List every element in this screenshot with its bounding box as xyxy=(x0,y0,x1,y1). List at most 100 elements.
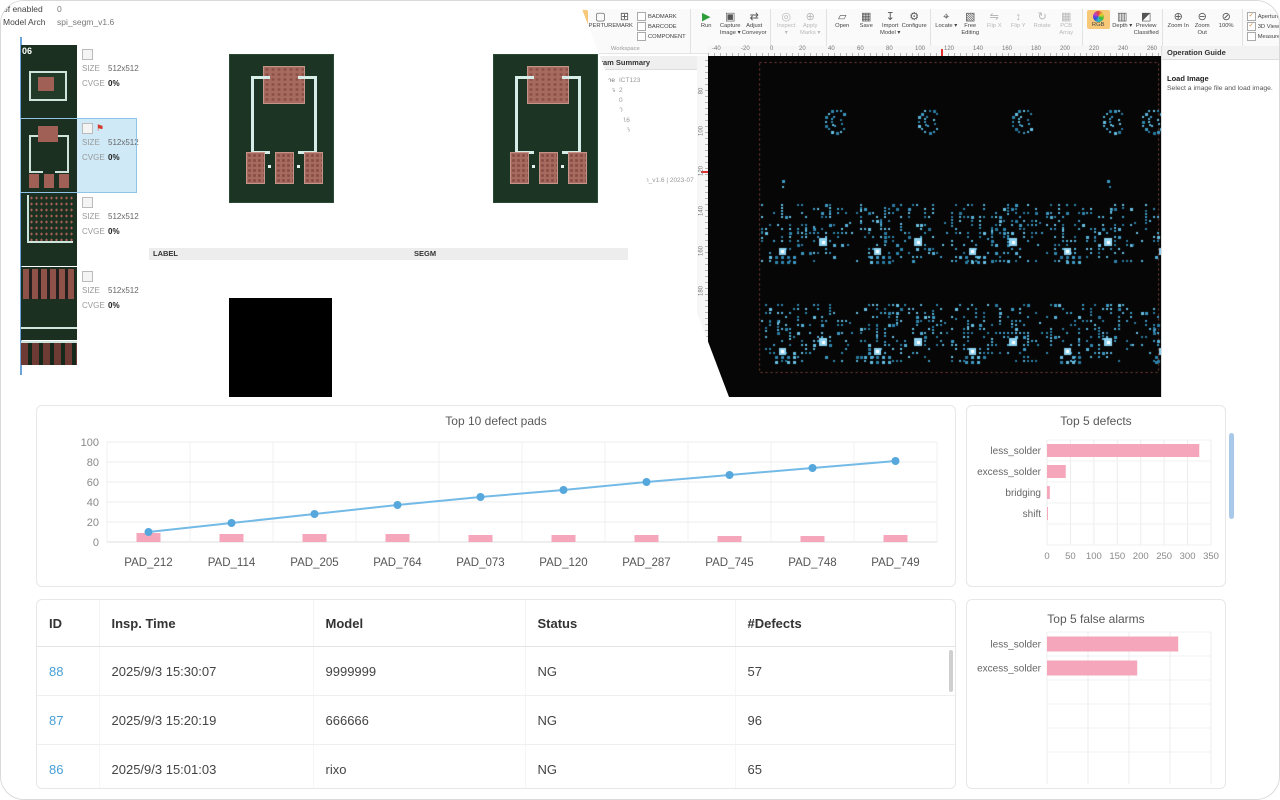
top-defects-title: Top 5 defects xyxy=(967,414,1225,428)
inspection-id-link[interactable]: 88 xyxy=(37,647,99,696)
capture-image-button[interactable]: ▣Capture Image ▾ xyxy=(719,10,742,36)
rgb-button[interactable]: RGB xyxy=(1087,10,1110,29)
zoom-out-button[interactable]: ⊖Zoom Out xyxy=(1191,10,1214,36)
adjust-conveyor-button[interactable]: ⇄Adjust Conveyor xyxy=(743,10,766,36)
table-scrollbar[interactable] xyxy=(949,650,953,692)
mark-button[interactable]: ⊞MARK xyxy=(613,10,636,30)
column-header-id: ID xyxy=(37,600,99,647)
apply-marks-button[interactable]: ⊕Apply Marks ▾ xyxy=(799,10,822,36)
inspection-row[interactable]: 862025/9/3 15:01:03rixoNG65 xyxy=(37,745,955,790)
bottom-pad-shape xyxy=(304,152,323,184)
size-value: 512x512 xyxy=(108,64,139,76)
model-thumbnail[interactable] xyxy=(21,119,77,192)
item-checkbox[interactable] xyxy=(82,271,93,282)
main-button[interactable]: ▤MAIN xyxy=(565,10,588,30)
ruler-tick-label: 120 xyxy=(944,46,954,52)
free-editing-button[interactable]: ▧Free Editing xyxy=(959,10,982,36)
open-button[interactable]: ▱Open xyxy=(831,10,854,30)
page-scrollbar[interactable] xyxy=(1229,433,1234,519)
ruler-tick-label: 160 xyxy=(699,246,705,257)
inspection-row[interactable]: 872025/9/3 15:20:19666666NG96 xyxy=(37,696,955,745)
x-tick-label: 200 xyxy=(1133,551,1149,562)
bottom-pad-shape xyxy=(246,152,265,184)
pcb-array-icon: ▦ xyxy=(1061,11,1071,23)
x-tick-label: PAD_748 xyxy=(788,557,836,569)
inspection-table: IDInsp. TimeModelStatus#Defects 882025/9… xyxy=(37,600,955,789)
inspection-cell: 57 xyxy=(735,647,955,696)
zoom-in-button[interactable]: ⊕Zoom In xyxy=(1167,10,1190,30)
inspection-cell: NG xyxy=(525,745,735,790)
model-thumbnail[interactable]: 06 xyxy=(21,45,77,118)
inspection-row[interactable]: 882025/9/3 15:30:079999999NG57 xyxy=(37,647,955,696)
save-button[interactable]: ▦Save xyxy=(855,10,878,30)
model-arch-row: Model Arch spi_segm_v1.6 xyxy=(3,17,136,30)
size-value: 512x512 xyxy=(108,138,139,150)
rotate-button[interactable]: ↻Rotate xyxy=(1031,10,1054,30)
defect-bar xyxy=(303,534,327,542)
checkbox-measurement-details[interactable]: Measurement Details xyxy=(1247,32,1280,41)
model-list-item[interactable]: 06SIZE512x512CVGE0% xyxy=(21,45,136,118)
item-size-row: SIZE512x512 xyxy=(82,212,139,224)
configure-button[interactable]: ⚙Configure xyxy=(903,10,926,30)
model-list-item[interactable]: ⚑SIZE512x512CVGE0% xyxy=(21,119,136,192)
inspection-id-link[interactable]: 87 xyxy=(37,696,99,745)
size-value: 512x512 xyxy=(108,286,139,298)
inspection-cell: NG xyxy=(525,696,735,745)
item-checkbox-row xyxy=(82,48,139,61)
inspection-id-link[interactable]: 86 xyxy=(37,745,99,790)
inspect-button[interactable]: ◎Inspect ▾ xyxy=(775,10,798,36)
inspection-table-card: IDInsp. TimeModelStatus#Defects 882025/9… xyxy=(36,599,956,789)
item-checkbox[interactable] xyxy=(82,197,93,208)
run-button[interactable]: ▶Run xyxy=(695,10,718,30)
data-point xyxy=(394,501,402,509)
bottom-pad-shape xyxy=(539,152,558,184)
pad-outline-box xyxy=(29,71,67,101)
x-tick-label: 350 xyxy=(1203,551,1219,562)
checkbox-aperture[interactable]: ✓Aperture xyxy=(1247,12,1280,21)
label-image-card[interactable] xyxy=(229,54,334,203)
pcb-array-button[interactable]: ▦PCB Array xyxy=(1055,10,1078,36)
locate-button[interactable]: ⌖Locate ▾ xyxy=(935,10,958,30)
model-item-info: SIZE512x512CVGE0% xyxy=(77,45,139,118)
segm-column-header: SEGM xyxy=(414,248,436,260)
category-label: excess_solder xyxy=(977,664,1042,675)
pcb-viewport[interactable] xyxy=(708,56,1161,397)
model-arch-value: spi_segm_v1.6 xyxy=(57,17,114,30)
import-model-button[interactable]: ↧Import Model ▾ xyxy=(879,10,902,36)
summary-row-value: 0 xyxy=(619,146,695,156)
flip-y-button[interactable]: ↕Flip Y xyxy=(1007,10,1030,30)
inspection-cell: NG xyxy=(525,647,735,696)
item-checkbox[interactable] xyxy=(82,49,93,60)
model-list-item[interactable]: SIZE512x512CVGE0% xyxy=(21,193,136,266)
100-button[interactable]: ⊘100% xyxy=(1215,10,1238,30)
data-point xyxy=(809,464,817,472)
model-thumbnail-partial[interactable] xyxy=(21,341,77,365)
play-icon: ▶ xyxy=(702,11,710,23)
checkbox-badmark[interactable]: BADMARK xyxy=(637,12,686,21)
top-defect-pads-title: Top 10 defect pads xyxy=(37,414,955,428)
model-list-item[interactable]: SIZE512x512CVGE0% xyxy=(21,267,136,340)
aperture-button[interactable]: ▢APERTURE xyxy=(589,10,612,30)
pad-dot-shape xyxy=(297,165,300,168)
checkbox-component[interactable]: COMPONENT xyxy=(637,32,686,41)
checkbox-barcode[interactable]: BARCODE xyxy=(637,22,686,31)
flip-x-button[interactable]: ⇋Flip X xyxy=(983,10,1006,30)
model-thumbnail[interactable] xyxy=(21,193,77,266)
summary-row-value: 0 xyxy=(619,106,695,116)
sidebar-header: of enabled 0 Model Arch spi_segm_v1.6 xyxy=(1,1,136,30)
depth-button[interactable]: ▥Depth ▾ xyxy=(1111,10,1134,30)
ruler-tick-label: 100 xyxy=(699,126,705,137)
preview-classified-button[interactable]: ◩Preview Classified xyxy=(1135,10,1158,36)
size-label: SIZE xyxy=(82,212,108,224)
data-point xyxy=(311,510,319,518)
model-thumbnail[interactable] xyxy=(21,267,77,340)
ruler-tick-label: 60 xyxy=(857,46,864,52)
inspection-cell: 666666 xyxy=(313,696,525,745)
size-label: SIZE xyxy=(82,64,108,76)
x-tick-label: PAD_205 xyxy=(290,557,338,569)
category-bar xyxy=(1047,444,1199,457)
item-checkbox[interactable] xyxy=(82,123,93,134)
checkbox-3d-view[interactable]: ✓3D View xyxy=(1247,22,1280,31)
segm-image-card[interactable] xyxy=(493,54,598,203)
category-bar xyxy=(1047,637,1178,652)
